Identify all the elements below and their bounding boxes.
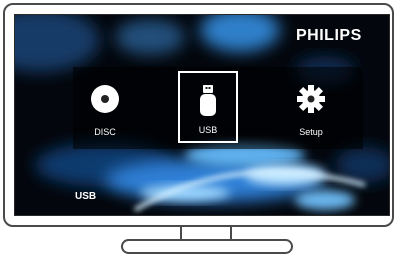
menu-label-disc: DISC: [94, 127, 116, 137]
menu-item-setup[interactable]: Setup: [281, 71, 341, 143]
brand-logo: PHILIPS: [296, 27, 362, 44]
menu-label-usb: USB: [198, 125, 218, 135]
tv-screen: PHILIPS DISC USB Setup USB: [14, 14, 390, 216]
disc-icon: [75, 83, 135, 115]
menu-item-disc[interactable]: DISC: [75, 71, 135, 143]
tv-stand-base: [121, 239, 293, 254]
menu-label-setup: Setup: [299, 127, 323, 137]
usb-drive-icon: [180, 85, 236, 117]
gear-icon: [281, 83, 341, 115]
menu-item-usb[interactable]: USB: [178, 71, 238, 143]
source-status-label: USB: [75, 191, 97, 202]
